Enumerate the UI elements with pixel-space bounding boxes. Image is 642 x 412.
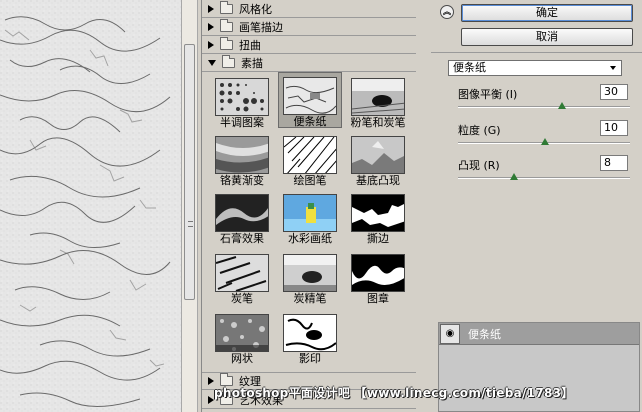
filter-thumb-stamp[interactable]: 图章 [346,250,410,306]
expand-arrow-icon [208,4,214,13]
relief-input[interactable]: 8 [600,155,628,171]
preview-canvas[interactable] [0,0,181,412]
collapse-arrow-icon [208,59,216,66]
preview-texture-image [0,0,181,412]
relief-slider[interactable] [458,177,630,179]
filter-label: 图章 [367,292,389,305]
filter-thumb-conte-crayon[interactable]: 炭精笔 [278,250,342,306]
filter-label: 便条纸 [293,115,327,128]
filter-preview-image [283,194,337,232]
effect-layer-name: 便条纸 [468,327,501,341]
folder-icon [222,54,235,68]
image-balance-slider-handle[interactable] [558,102,566,109]
scroll-grip-icon [188,221,193,227]
filter-label: 影印 [299,352,321,365]
filter-select-value: 便条纸 [453,61,486,74]
filter-preview-image [351,78,405,116]
category-label: 风格化 [239,2,272,16]
filter-label: 粉笔和炭笔 [350,116,406,129]
filter-thumb-reticulation[interactable]: 网状 [210,310,274,366]
folder-icon [220,36,233,50]
filter-preview-image [283,77,337,115]
folder-icon [220,0,233,14]
filter-preview-image [351,194,405,232]
eye-icon[interactable]: ◉ [440,323,460,344]
settings-panel: ︽ 确定 取消 便条纸 图像平衡 (I) 30 粒度 (G) 10 凸现 (R)… [431,0,642,412]
filter-label: 网状 [231,352,253,365]
ok-button[interactable]: 确定 [461,4,633,22]
filter-thumb-torn-edges[interactable]: 撕边 [346,190,410,246]
filter-preview-image [283,254,337,292]
filter-label: 绘图笔 [293,174,327,187]
filter-thumb-plaster[interactable]: 石膏效果 [210,190,274,246]
category-label: 素描 [241,56,263,70]
filter-thumb-graphic-pen[interactable]: 绘图笔 [278,132,342,188]
graininess-label: 粒度 (G) [458,124,501,137]
filter-preview-image [283,314,337,352]
filter-preview-image [351,254,405,292]
filter-label: 水彩画纸 [288,232,332,245]
filter-thumb-photocopy[interactable]: 影印 [278,310,342,366]
filter-label: 石膏效果 [220,232,264,245]
relief-slider-handle[interactable] [510,173,518,180]
watermark-text: photoshop平面设计吧 【www.linecg.com/tieba/178… [214,386,574,400]
filter-preview-image [215,314,269,352]
filter-label: 炭笔 [231,292,253,305]
category-distort[interactable]: 扭曲 [202,36,416,54]
graininess-input[interactable]: 10 [600,120,628,136]
filter-preview-image [215,78,269,116]
filter-label: 炭精笔 [293,292,327,305]
image-balance-input[interactable]: 30 [600,84,628,100]
effect-layer-row[interactable]: ◉ 便条纸 [439,323,639,345]
filter-label: 半调图案 [220,116,264,129]
divider [431,52,642,53]
filter-preview-image [215,136,269,174]
filter-preview-image [283,136,337,174]
preview-scrollbar-thumb[interactable] [184,44,195,300]
filter-thumb-water-paper[interactable]: 水彩画纸 [278,190,342,246]
category-brush-strokes[interactable]: 画笔描边 [202,18,416,36]
expand-arrow-icon [208,40,214,49]
category-sketch[interactable]: 素描 [202,54,416,72]
filter-thumb-charcoal[interactable]: 炭笔 [210,250,274,306]
category-label: 扭曲 [239,38,261,52]
filter-label: 基底凸现 [356,174,400,187]
filter-preview-image [215,254,269,292]
filter-thumb-bas-relief[interactable]: 基底凸现 [346,132,410,188]
filter-thumb-chrome[interactable]: 铬黄渐变 [210,132,274,188]
filter-preview-image [215,194,269,232]
filter-thumb-chalk-charcoal[interactable]: 粉笔和炭笔 [346,74,410,130]
cancel-button[interactable]: 取消 [461,28,633,46]
category-label: 画笔描边 [239,20,283,34]
category-stylize[interactable]: 风格化 [202,0,416,18]
double-chevron-up-icon[interactable]: ︽ [440,5,454,19]
image-balance-label: 图像平衡 (I) [458,88,518,101]
filter-label: 撕边 [367,232,389,245]
gallery-scrollbar[interactable] [416,0,430,412]
filter-preview-image [351,136,405,174]
filter-label: 铬黄渐变 [220,174,264,187]
filter-thumb-halftone[interactable]: 半调图案 [210,74,274,130]
image-balance-slider[interactable] [458,106,630,108]
relief-label: 凸现 (R) [458,159,500,172]
filter-select-dropdown[interactable]: 便条纸 [448,60,622,76]
preview-scrollbar[interactable] [181,0,198,412]
chevron-down-icon[interactable] [607,62,619,74]
filter-gallery: 风格化 画笔描边 扭曲 素描 半调图案 便条纸 粉笔和炭笔 铬黄渐变 绘图笔 基… [201,0,417,412]
folder-icon [220,18,233,32]
graininess-slider-handle[interactable] [541,138,549,145]
expand-arrow-icon [208,22,214,31]
filter-thumb-note-paper-selected[interactable]: 便条纸 [278,72,342,128]
